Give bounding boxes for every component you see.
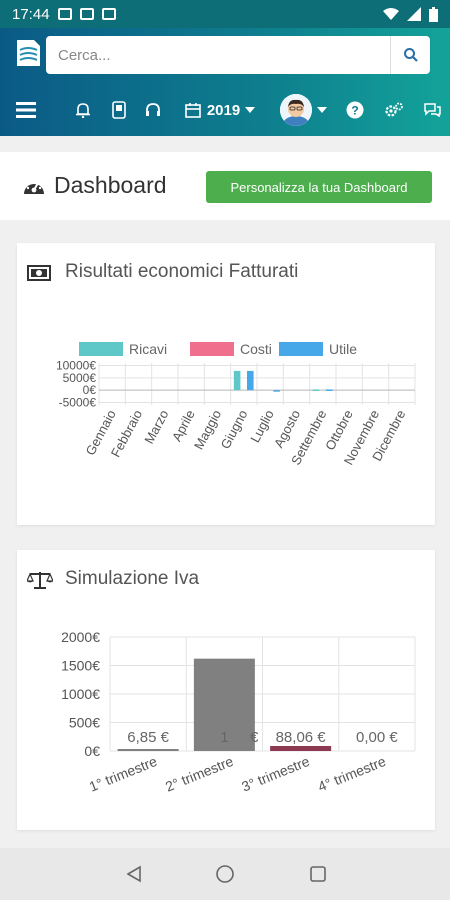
legend-swatch-costi [190,342,234,356]
vat-simulation-chart: 2000€ 1500€ 1000€ 500€ 0€ 6,85 € 1 88,06 € 0,00 … [61,629,416,795]
bar-utile-giugno [246,370,254,391]
support-button[interactable] [142,90,164,130]
app-notification-icon [101,8,116,20]
bar-ricavi-giugno [233,370,241,391]
headset-icon [146,103,160,116]
calendar-icon [185,103,201,118]
help-icon: ? [346,101,364,119]
economic-results-chart: Ricavi Costi Utile10000€5000€0€-5000€Genna… [56,341,416,467]
bar-utile-luglio [273,390,280,392]
y-tick-label: -5000€ [59,396,97,410]
legend-label-utile: Utile [329,341,357,357]
menu-button[interactable] [14,90,38,130]
y-tick-label: 0€ [84,743,100,759]
recents-button[interactable] [306,862,330,886]
device-button[interactable] [108,90,130,130]
tachometer-icon [24,179,44,194]
recents-square-icon [310,866,326,882]
search-icon [403,48,418,62]
image-notification-icon [79,8,94,20]
settings-button[interactable] [382,90,406,130]
customize-dashboard-button[interactable]: Personalizza la tua Dashboard [206,171,432,203]
money-bill-icon [27,265,51,281]
year-selector[interactable]: 2019 [178,90,262,130]
avatar [279,94,312,126]
y-tick-label: 1000€ [61,686,100,702]
chat-button[interactable] [420,90,444,130]
data-label: 88,06 € [276,729,327,746]
legend-label-costi: Costi [240,341,272,357]
y-tick-label: 500€ [69,715,100,731]
cogs-icon [385,102,403,117]
user-avatar-icon [279,94,312,126]
android-nav-bar [0,848,450,900]
chevron-down-icon [316,107,327,113]
bar-utile-settembre [325,389,333,391]
status-time: 17:44 [12,5,50,23]
legend-swatch-ricavi [79,342,123,356]
y-tick-label: 2000€ [61,629,100,645]
back-triangle-icon [126,865,141,883]
economic-results-card: Risultati economici Fatturati Ricavi Cost… [17,243,435,525]
x-tick-label: 2° trimestre [163,753,236,795]
bell-icon [76,103,90,118]
header-toolbar: 2019 ? [0,90,450,130]
data-label: 1 [220,729,228,746]
dashboard-header: Dashboard Personalizza la tua Dashboard [0,152,450,220]
app-header: 2019 ? [0,28,450,136]
help-button[interactable]: ? [344,90,366,130]
wifi-icon [383,8,399,20]
notifications-button[interactable] [72,90,94,130]
data-label: 6,85 € [127,729,169,746]
search-button[interactable] [390,36,430,74]
search-bar [46,36,430,74]
x-tick-label: Marzo [141,407,171,446]
home-button[interactable] [213,862,237,886]
user-menu[interactable] [276,90,330,130]
bar-3-trimestre [270,745,332,751]
page-title: Dashboard [54,172,167,198]
search-input[interactable] [46,36,390,74]
year-label: 2019 [206,101,241,119]
bar-1-trimestre [117,749,179,751]
data-label-suffix: € [250,729,259,746]
balance-scale-icon [27,572,53,589]
x-tick-label: 3° trimestre [239,753,312,795]
svg-text:?: ? [351,104,358,118]
hamburger-icon [16,102,36,118]
bar-ricavi-settembre [312,389,320,391]
signal-icon [407,7,421,21]
chevron-down-icon [245,107,256,113]
vat-simulation-card: Simulazione Iva 2000€ 1500€ 1000€ 500€ 0€ 6,8… [17,550,435,830]
mobile-icon [112,101,126,119]
y-tick-label: 1500€ [61,658,100,674]
legend-swatch-utile [279,342,323,356]
card-title: Risultati economici Fatturati [65,261,299,282]
back-button[interactable] [122,862,146,886]
battery-icon [429,6,438,22]
card-title: Simulazione Iva [65,568,200,589]
mail-notification-icon [57,8,72,20]
home-circle-icon [216,865,234,883]
comments-icon [424,103,441,117]
x-tick-label: 1° trimestre [87,753,160,795]
app-logo-icon[interactable] [14,38,42,68]
legend-label-ricavi: Ricavi [129,341,167,357]
data-label: 0,00 € [356,729,398,746]
x-tick-label: 4° trimestre [315,753,388,795]
status-bar: 17:44 [0,0,450,28]
